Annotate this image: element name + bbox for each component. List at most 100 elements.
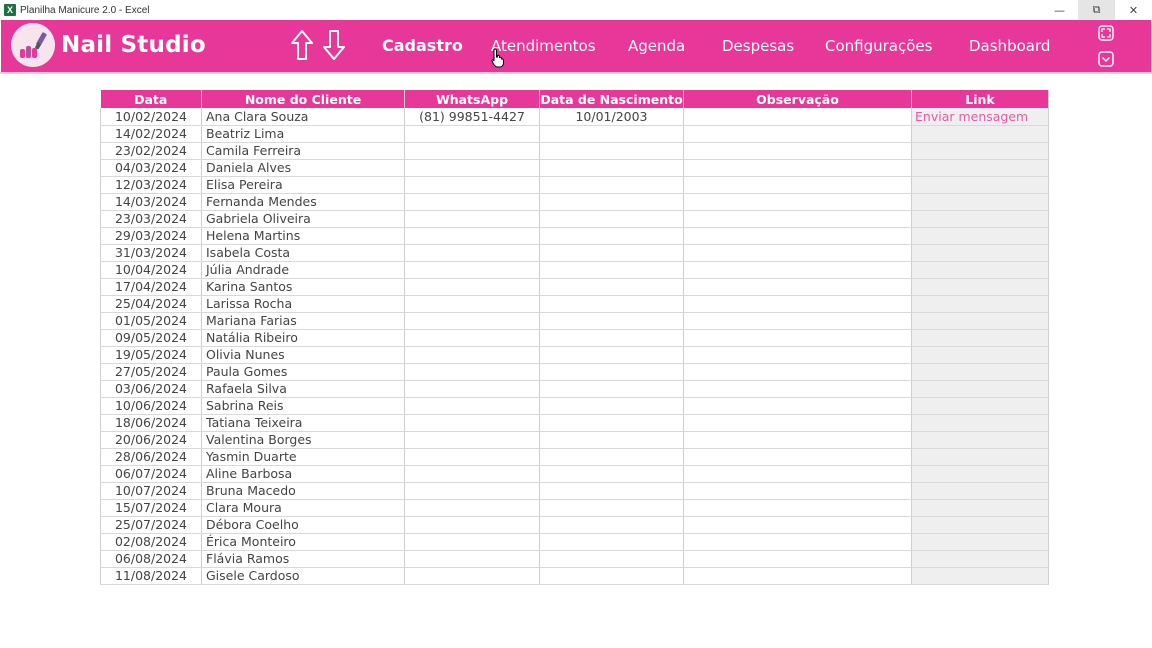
- cell-client-name[interactable]: Natália Ribeiro: [201, 329, 405, 347]
- cell-link[interactable]: [911, 448, 1049, 466]
- cell-whatsapp[interactable]: [404, 176, 540, 194]
- chevron-down-icon[interactable]: [1098, 51, 1114, 67]
- cell-link[interactable]: [911, 176, 1049, 194]
- cell-client-name[interactable]: Beatriz Lima: [201, 125, 405, 143]
- cell-client-name[interactable]: Sabrina Reis: [201, 397, 405, 415]
- restore-button[interactable]: ⧉: [1078, 0, 1115, 20]
- cell-birthdate[interactable]: [539, 397, 684, 415]
- minimize-button[interactable]: —: [1041, 0, 1078, 20]
- cell-whatsapp[interactable]: [404, 499, 540, 517]
- nav-cadastro[interactable]: Cadastro: [382, 36, 463, 55]
- cell-date[interactable]: 02/08/2024: [100, 533, 202, 551]
- fullscreen-icon[interactable]: [1098, 25, 1114, 41]
- cell-date[interactable]: 06/08/2024: [100, 550, 202, 568]
- cell-date[interactable]: 19/05/2024: [100, 346, 202, 364]
- cell-client-name[interactable]: Clara Moura: [201, 499, 405, 517]
- cell-observation[interactable]: [683, 278, 912, 296]
- cell-observation[interactable]: [683, 550, 912, 568]
- cell-observation[interactable]: [683, 142, 912, 160]
- cell-link[interactable]: [911, 482, 1049, 500]
- cell-observation[interactable]: [683, 431, 912, 449]
- arrow-up-icon[interactable]: [290, 29, 314, 61]
- cell-birthdate[interactable]: [539, 550, 684, 568]
- cell-client-name[interactable]: Gabriela Oliveira: [201, 210, 405, 228]
- cell-date[interactable]: 25/04/2024: [100, 295, 202, 313]
- cell-birthdate[interactable]: [539, 346, 684, 364]
- cell-birthdate[interactable]: [539, 329, 684, 347]
- cell-whatsapp[interactable]: [404, 142, 540, 160]
- cell-observation[interactable]: [683, 448, 912, 466]
- cell-client-name[interactable]: Daniela Alves: [201, 159, 405, 177]
- cell-observation[interactable]: [683, 567, 912, 585]
- cell-observation[interactable]: [683, 346, 912, 364]
- cell-link[interactable]: [911, 227, 1049, 245]
- cell-date[interactable]: 12/03/2024: [100, 176, 202, 194]
- cell-client-name[interactable]: Aline Barbosa: [201, 465, 405, 483]
- cell-whatsapp[interactable]: [404, 193, 540, 211]
- cell-link[interactable]: [911, 431, 1049, 449]
- cell-observation[interactable]: [683, 261, 912, 279]
- cell-client-name[interactable]: Débora Coelho: [201, 516, 405, 534]
- cell-birthdate[interactable]: [539, 431, 684, 449]
- cell-link[interactable]: [911, 533, 1049, 551]
- cell-whatsapp[interactable]: [404, 295, 540, 313]
- cell-link[interactable]: [911, 380, 1049, 398]
- nav-dashboard[interactable]: Dashboard: [969, 37, 1050, 55]
- cell-birthdate[interactable]: [539, 142, 684, 160]
- cell-observation[interactable]: [683, 414, 912, 432]
- cell-birthdate[interactable]: [539, 465, 684, 483]
- cell-birthdate[interactable]: [539, 499, 684, 517]
- cell-date[interactable]: 03/06/2024: [100, 380, 202, 398]
- cell-link[interactable]: [911, 244, 1049, 262]
- cell-date[interactable]: 06/07/2024: [100, 465, 202, 483]
- cell-date[interactable]: 31/03/2024: [100, 244, 202, 262]
- nav-agenda[interactable]: Agenda: [628, 37, 685, 55]
- column-header-nome[interactable]: Nome do Cliente: [201, 90, 405, 108]
- cell-birthdate[interactable]: [539, 363, 684, 381]
- cell-client-name[interactable]: Valentina Borges: [201, 431, 405, 449]
- cell-whatsapp[interactable]: [404, 278, 540, 296]
- cell-link[interactable]: [911, 312, 1049, 330]
- cell-observation[interactable]: [683, 210, 912, 228]
- cell-date[interactable]: 23/03/2024: [100, 210, 202, 228]
- cell-birthdate[interactable]: [539, 380, 684, 398]
- cell-birthdate[interactable]: [539, 261, 684, 279]
- cell-link[interactable]: [911, 516, 1049, 534]
- cell-link[interactable]: [911, 414, 1049, 432]
- column-header-data[interactable]: Data: [100, 90, 202, 108]
- cell-date[interactable]: 23/02/2024: [100, 142, 202, 160]
- cell-client-name[interactable]: Camila Ferreira: [201, 142, 405, 160]
- cell-observation[interactable]: [683, 465, 912, 483]
- cell-link[interactable]: [911, 550, 1049, 568]
- cell-birthdate[interactable]: [539, 567, 684, 585]
- cell-client-name[interactable]: Tatiana Teixeira: [201, 414, 405, 432]
- cell-whatsapp[interactable]: [404, 346, 540, 364]
- cell-observation[interactable]: [683, 125, 912, 143]
- cell-link[interactable]: [911, 295, 1049, 313]
- cell-link[interactable]: [911, 363, 1049, 381]
- cell-birthdate[interactable]: [539, 193, 684, 211]
- cell-observation[interactable]: [683, 244, 912, 262]
- cell-birthdate[interactable]: [539, 414, 684, 432]
- cell-date[interactable]: 20/06/2024: [100, 431, 202, 449]
- column-header-link[interactable]: Link: [911, 90, 1049, 108]
- cell-date[interactable]: 25/07/2024: [100, 516, 202, 534]
- cell-birthdate[interactable]: [539, 159, 684, 177]
- cell-client-name[interactable]: Gisele Cardoso: [201, 567, 405, 585]
- cell-client-name[interactable]: Júlia Andrade: [201, 261, 405, 279]
- cell-date[interactable]: 10/04/2024: [100, 261, 202, 279]
- cell-observation[interactable]: [683, 159, 912, 177]
- cell-date[interactable]: 15/07/2024: [100, 499, 202, 517]
- cell-link[interactable]: [911, 329, 1049, 347]
- cell-birthdate[interactable]: [539, 176, 684, 194]
- cell-observation[interactable]: [683, 533, 912, 551]
- cell-link[interactable]: [911, 567, 1049, 585]
- nav-atendimentos[interactable]: Atendimentos: [491, 37, 596, 55]
- cell-client-name[interactable]: Larissa Rocha: [201, 295, 405, 313]
- cell-birthdate[interactable]: [539, 278, 684, 296]
- nav-configuracoes[interactable]: Configurações: [825, 37, 932, 55]
- cell-whatsapp[interactable]: [404, 159, 540, 177]
- cell-whatsapp[interactable]: [404, 550, 540, 568]
- cell-birthdate[interactable]: [539, 210, 684, 228]
- cell-client-name[interactable]: Flávia Ramos: [201, 550, 405, 568]
